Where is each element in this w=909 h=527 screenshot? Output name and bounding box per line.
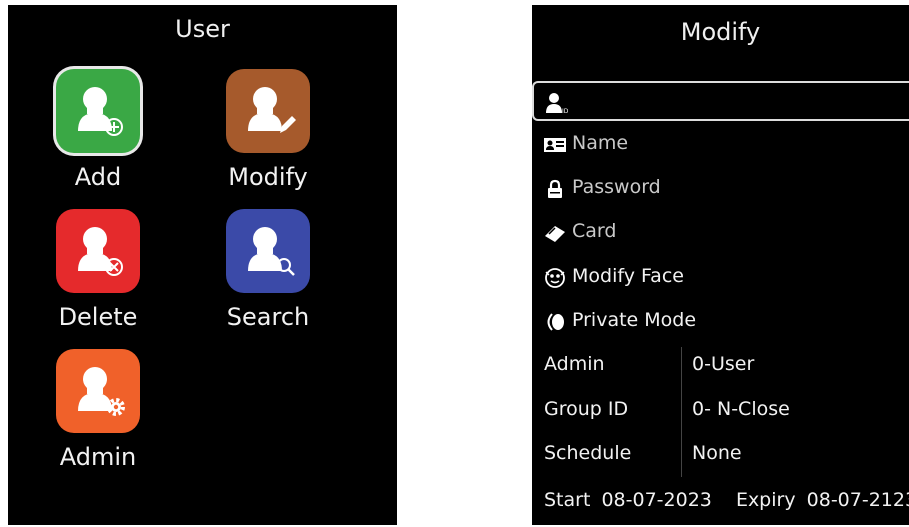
screen-title: Modify bbox=[680, 18, 761, 46]
schedule-field[interactable]: Schedule None bbox=[532, 435, 909, 475]
validity-dates: Start 08-07-2023 Expiry 08-07-2123 bbox=[544, 489, 909, 511]
admin-field-label: Admin bbox=[544, 353, 605, 375]
edit-user-icon bbox=[226, 69, 310, 153]
face-icon bbox=[545, 268, 565, 288]
modify-face-label: Modify Face bbox=[572, 265, 684, 287]
start-date[interactable]: 08-07-2023 bbox=[601, 489, 711, 511]
svg-text:ID: ID bbox=[562, 108, 569, 114]
schedule-label: Schedule bbox=[544, 442, 632, 464]
group-id-label: Group ID bbox=[544, 398, 629, 420]
card-field[interactable]: Card bbox=[532, 213, 909, 253]
search-user-button[interactable]: Search bbox=[208, 209, 328, 331]
add-user-icon bbox=[56, 69, 140, 153]
admin-field-value: 0-User bbox=[692, 353, 755, 375]
group-id-value: 0- N-Close bbox=[692, 398, 790, 420]
user-id-field[interactable]: ID bbox=[532, 81, 909, 121]
search-label: Search bbox=[226, 303, 310, 331]
add-user-button[interactable]: Add bbox=[38, 69, 158, 191]
admin-user-button[interactable]: Admin bbox=[38, 349, 158, 471]
user-id-icon: ID bbox=[546, 93, 569, 114]
lock-icon bbox=[548, 179, 562, 198]
modify-user-screen: Modify ID Name Password Card Modify Face… bbox=[532, 5, 909, 525]
private-mode-icon bbox=[547, 313, 564, 331]
modify-face-field[interactable]: Modify Face bbox=[532, 258, 909, 298]
expiry-label: Expiry bbox=[735, 489, 796, 511]
name-label: Name bbox=[572, 132, 629, 154]
private-mode-label: Private Mode bbox=[572, 309, 697, 331]
search-user-icon bbox=[226, 209, 310, 293]
group-id-field[interactable]: Group ID 0- N-Close bbox=[532, 391, 909, 431]
password-label: Password bbox=[572, 176, 661, 198]
delete-user-button[interactable]: Delete bbox=[38, 209, 158, 331]
id-card-icon bbox=[544, 138, 566, 152]
password-field[interactable]: Password bbox=[532, 169, 909, 209]
modify-user-button[interactable]: Modify bbox=[208, 69, 328, 191]
expiry-date[interactable]: 08-07-2123 bbox=[807, 489, 909, 511]
schedule-value: None bbox=[692, 442, 742, 464]
card-icon bbox=[545, 226, 565, 242]
card-label: Card bbox=[572, 220, 617, 242]
add-label: Add bbox=[74, 163, 122, 191]
delete-user-icon bbox=[56, 209, 140, 293]
user-menu-screen: User Add Modify Delete Search Admin bbox=[8, 5, 397, 525]
admin-field[interactable]: Admin 0-User bbox=[532, 346, 909, 386]
start-label: Start bbox=[544, 489, 591, 511]
admin-label: Admin bbox=[59, 443, 137, 471]
delete-label: Delete bbox=[58, 303, 138, 331]
name-field[interactable]: Name bbox=[532, 125, 909, 165]
admin-user-icon bbox=[56, 349, 140, 433]
private-mode-field[interactable]: Private Mode bbox=[532, 302, 909, 342]
screen-title: User bbox=[175, 15, 230, 43]
modify-label: Modify bbox=[228, 163, 308, 191]
